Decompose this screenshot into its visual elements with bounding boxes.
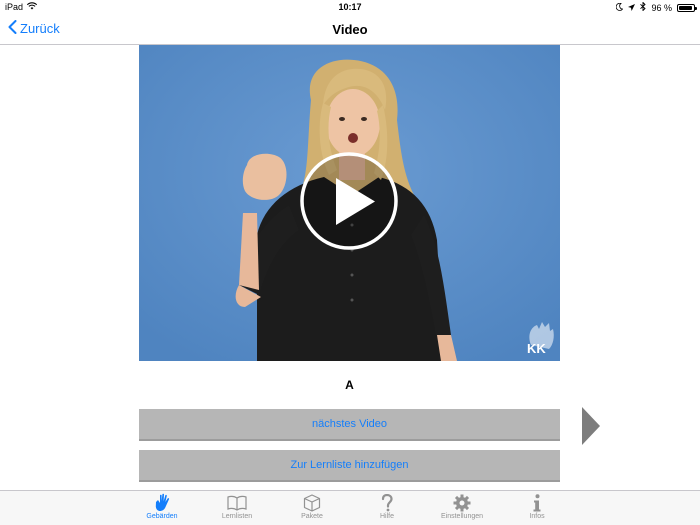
- tab-bar: Gebärden Lernlisten Pakete Hilfe Einstel…: [0, 490, 700, 525]
- status-right: 96 %: [616, 1, 697, 13]
- tab-gebaerden[interactable]: Gebärden: [132, 493, 192, 525]
- navigation-bar: Zurück Video: [0, 14, 700, 45]
- tab-einstellungen[interactable]: Einstellungen: [432, 493, 492, 525]
- location-arrow-icon: [628, 3, 636, 13]
- bluetooth-icon: [640, 1, 647, 13]
- info-icon: [532, 493, 542, 512]
- tab-label: Lernlisten: [221, 513, 253, 520]
- next-video-button[interactable]: nächstes Video: [139, 409, 560, 441]
- sign-label: A: [345, 378, 354, 392]
- tab-label: Gebärden: [146, 513, 178, 520]
- gear-icon: [453, 493, 471, 512]
- box-icon: [303, 493, 321, 512]
- battery-fill: [679, 5, 693, 10]
- status-time: 10:17: [338, 2, 362, 12]
- page-title: Video: [332, 22, 368, 37]
- moon-icon: [616, 2, 624, 13]
- tab-pakete[interactable]: Pakete: [282, 493, 342, 525]
- watermark-text: KK: [527, 341, 546, 356]
- video-player[interactable]: KK: [139, 45, 560, 361]
- question-icon: [381, 493, 393, 512]
- status-bar: iPad 10:17 96 %: [0, 0, 700, 14]
- tab-label: Hilfe: [379, 513, 394, 520]
- play-button[interactable]: [300, 152, 398, 250]
- tab-hilfe[interactable]: Hilfe: [357, 493, 417, 525]
- hand-icon: [153, 493, 171, 512]
- battery-percent: 96 %: [651, 2, 672, 13]
- next-arrow-icon[interactable]: [582, 407, 600, 450]
- book-icon: [227, 493, 247, 512]
- tab-lernlisten[interactable]: Lernlisten: [207, 493, 267, 525]
- tab-label: Pakete: [301, 513, 323, 520]
- tab-label: Infos: [529, 513, 545, 520]
- tab-label: Einstellungen: [440, 513, 484, 520]
- battery-icon: [677, 3, 697, 12]
- add-to-list-button[interactable]: Zur Lernliste hinzufügen: [139, 450, 560, 482]
- tab-infos[interactable]: Infos: [507, 493, 567, 525]
